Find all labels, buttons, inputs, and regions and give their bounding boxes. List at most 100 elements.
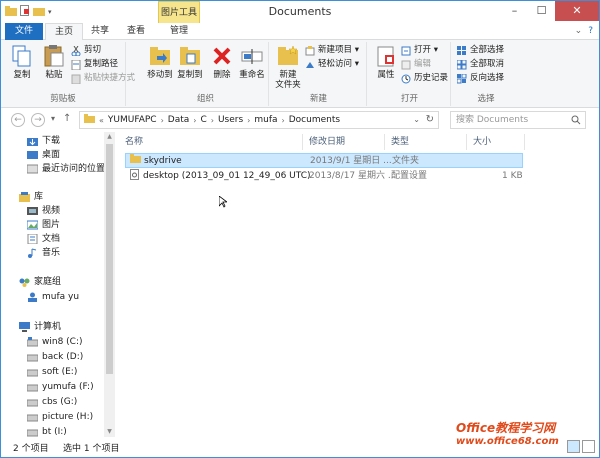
user-icon (27, 292, 38, 302)
up-arrow-icon[interactable]: ↑ (63, 113, 71, 124)
edit-button[interactable]: 编辑 (401, 58, 431, 71)
crumb-mufa[interactable]: mufa (254, 115, 277, 125)
maximize-button[interactable]: ☐ (528, 1, 555, 21)
nav-item-computer[interactable]: 计算机 (19, 320, 61, 334)
crumb-c[interactable]: C (200, 115, 206, 125)
copy-path-button[interactable]: 复制路径 (71, 58, 118, 71)
history-icon (401, 74, 411, 84)
nav-item-drive-g[interactable]: cbs (G:) (26, 395, 77, 409)
paste-button[interactable]: 粘贴 (37, 44, 71, 80)
crumb-users[interactable]: Users (218, 115, 243, 125)
select-none-button[interactable]: 全部取消 (456, 58, 504, 71)
file-list: 名称 修改日期 类型 大小 skydrive 2013/9/1 星期日 ... … (119, 132, 599, 437)
nav-item-user[interactable]: mufa yu (27, 290, 79, 304)
paste-shortcut-button[interactable]: 粘贴快捷方式 (71, 72, 135, 85)
table-row[interactable]: skydrive 2013/9/1 星期日 ... 文件夹 (125, 153, 523, 168)
new-item-button[interactable]: 新建项目 ▾ (305, 44, 359, 57)
tab-file[interactable]: 文件 (5, 23, 43, 40)
copy-button[interactable]: 复制 (5, 44, 39, 80)
crumb-computer[interactable]: YUMUFAPC (108, 115, 157, 125)
table-row[interactable]: desktop (2013_09_01 12_49_06 UTC) 2013/8… (125, 169, 523, 184)
nav-item-drive-h[interactable]: picture (H:) (26, 410, 93, 424)
nav-item-downloads[interactable]: 下载 (27, 134, 60, 148)
large-icons-view-button[interactable] (582, 440, 595, 453)
column-type[interactable]: 类型 (385, 134, 467, 150)
tab-share[interactable]: 共享 (85, 23, 115, 40)
search-input[interactable]: 搜索 Documents (450, 111, 586, 129)
scroll-down-icon[interactable]: ▼ (104, 427, 115, 437)
select-group-label: 选择 (477, 94, 495, 104)
address-bar: ← → ▾ ↑ « YUMUFAPC › Data › C › Users › … (1, 108, 599, 132)
copy-to-label: 复制到 (177, 70, 203, 80)
nav-item-drive-d[interactable]: back (D:) (26, 350, 83, 364)
clipboard-group: 复制 粘贴 剪切 复制路径 粘贴快捷方式 剪贴板 (1, 42, 135, 106)
nav-item-libraries[interactable]: 库 (19, 190, 43, 204)
tab-view[interactable]: 查看 (121, 23, 151, 40)
forward-button[interactable]: → (31, 113, 45, 127)
paste-shortcut-icon (71, 74, 81, 84)
crumb-data[interactable]: Data (168, 115, 190, 125)
scrollbar-thumb[interactable] (106, 144, 113, 374)
new-item-icon (305, 45, 315, 56)
column-size[interactable]: 大小 (467, 134, 525, 150)
edit-icon (401, 60, 411, 70)
tab-home[interactable]: 主页 (45, 23, 83, 41)
properties-button[interactable]: 属性 (369, 44, 403, 80)
invert-selection-icon (456, 73, 467, 84)
nav-item-homegroup[interactable]: 家庭组 (19, 275, 61, 289)
open-icon (401, 46, 411, 56)
move-to-button[interactable]: 移动到 (143, 44, 177, 80)
details-view-button[interactable] (567, 440, 580, 453)
help-icon[interactable]: ? (588, 26, 593, 36)
history-button[interactable]: 历史记录 (401, 72, 448, 85)
cut-button[interactable]: 剪切 (71, 44, 101, 57)
minimize-button[interactable]: – (501, 1, 528, 21)
nav-item-desktop[interactable]: 桌面 (27, 148, 60, 162)
video-icon (27, 206, 38, 216)
scroll-up-icon[interactable]: ▲ (104, 132, 115, 142)
drive-icon (26, 382, 39, 392)
nav-item-drive-c[interactable]: win8 (C:) (26, 335, 83, 349)
nav-item-documents[interactable]: 文档 (27, 232, 60, 246)
nav-item-drive-f[interactable]: yumufa (F:) (26, 380, 94, 394)
nav-item-videos[interactable]: 视频 (27, 204, 60, 218)
search-placeholder: 搜索 Documents (456, 115, 529, 125)
crumb-documents[interactable]: Documents (289, 115, 340, 125)
nav-item-recent[interactable]: 最近访问的位置 (26, 162, 105, 176)
recent-locations-icon[interactable]: ▾ (51, 114, 55, 123)
column-name[interactable]: 名称 (119, 134, 303, 150)
copy-to-button[interactable]: 复制到 (173, 44, 207, 80)
chevron-down-icon[interactable]: ⌄ (575, 26, 583, 36)
ribbon-options: ⌄ ? (575, 26, 593, 36)
ribbon: 复制 粘贴 剪切 复制路径 粘贴快捷方式 剪贴板 移动到 复制到 删除 重命名 … (1, 40, 599, 108)
refresh-icon[interactable]: ↻ (426, 114, 434, 125)
new-folder-button[interactable]: 新建 文件夹 (271, 44, 305, 90)
nav-item-music[interactable]: 音乐 (27, 246, 60, 260)
back-button[interactable]: ← (11, 113, 25, 127)
easy-access-button[interactable]: 轻松访问 ▾ (305, 58, 359, 71)
nav-item-pictures[interactable]: 图片 (26, 218, 60, 232)
open-group: 属性 打开 ▾ 编辑 历史记录 打开 (369, 42, 451, 106)
window-controls: – ☐ ✕ (501, 1, 599, 21)
delete-button[interactable]: 删除 (205, 44, 239, 80)
explorer-window: ▾ Documents 图片工具 – ☐ ✕ 文件 主页 共享 查看 管理 ⌄ … (0, 0, 600, 458)
nav-item-drive-e[interactable]: soft (E:) (26, 365, 77, 379)
invert-selection-button[interactable]: 反向选择 (456, 72, 504, 85)
select-all-button[interactable]: 全部选择 (457, 44, 504, 57)
title-bar: ▾ Documents 图片工具 – ☐ ✕ (1, 1, 599, 23)
open-button[interactable]: 打开 ▾ (401, 44, 438, 57)
search-icon[interactable] (571, 115, 581, 131)
rename-button[interactable]: 重命名 (235, 44, 269, 80)
address-breadcrumb[interactable]: « YUMUFAPC › Data › C › Users › mufa › D… (79, 111, 439, 129)
copy-icon (10, 44, 34, 68)
column-date[interactable]: 修改日期 (303, 134, 385, 150)
nav-item-drive-i[interactable]: bt (I:) (26, 425, 67, 437)
tab-manage[interactable]: 管理 (161, 23, 197, 40)
mouse-cursor-icon (218, 195, 229, 211)
file-type: 文件夹 (392, 156, 420, 166)
homegroup-icon (19, 277, 30, 287)
chevron-down-icon[interactable]: ⌄ (413, 115, 420, 124)
item-count: 2 个项目 (13, 444, 49, 454)
nav-scrollbar[interactable]: ▲ ▼ (104, 132, 115, 437)
close-button[interactable]: ✕ (555, 1, 599, 21)
